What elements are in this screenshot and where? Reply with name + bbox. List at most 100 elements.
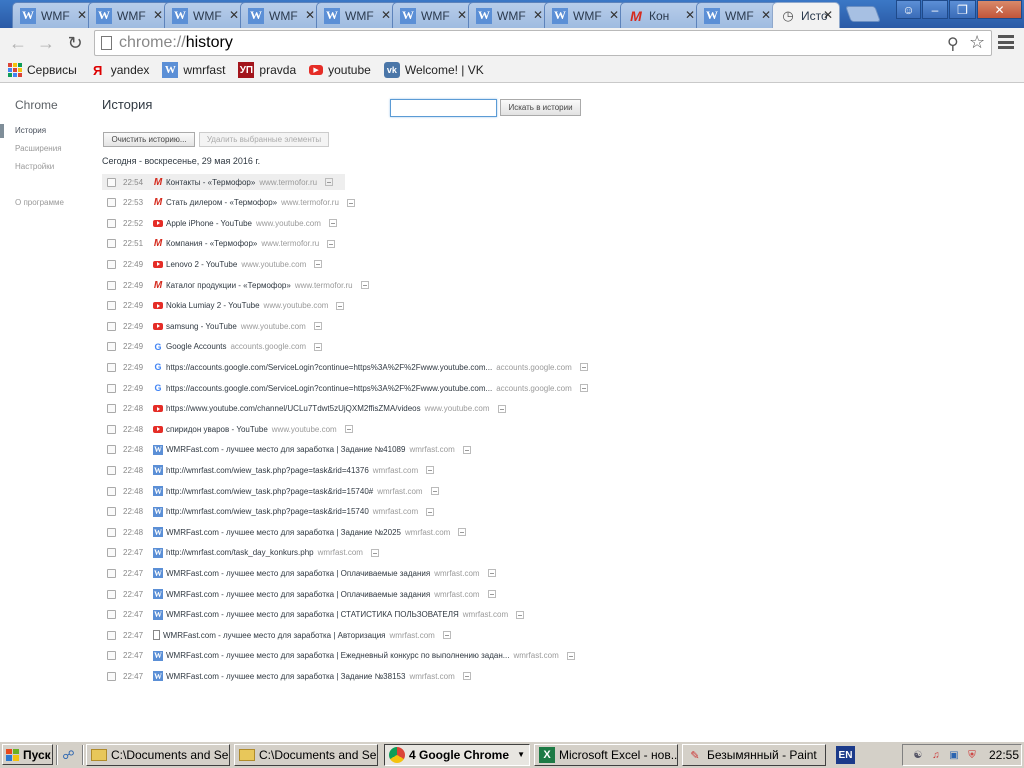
entry-menu-icon[interactable]	[344, 425, 353, 434]
sidebar-item-settings[interactable]: Настройки	[15, 162, 54, 171]
entry-menu-icon[interactable]	[327, 239, 336, 248]
entry-menu-icon[interactable]	[325, 178, 334, 186]
entry-title-link[interactable]: http://wmrfast.com/wiew_task.php?page=ta…	[166, 507, 369, 516]
close-tab-icon[interactable]: ✕	[761, 8, 771, 22]
entry-menu-icon[interactable]	[442, 631, 451, 640]
entry-menu-icon[interactable]	[426, 507, 435, 516]
entry-menu-icon[interactable]	[426, 466, 435, 475]
entry-title-link[interactable]: https://accounts.google.com/ServiceLogin…	[166, 363, 492, 372]
minimize-button[interactable]: –	[922, 0, 948, 19]
close-tab-icon[interactable]: ✕	[533, 8, 543, 22]
entry-title-link[interactable]: WMRFast.com - лучшее место для заработка…	[166, 528, 401, 537]
close-tab-icon[interactable]: ✕	[457, 8, 467, 22]
bookmark-3[interactable]: УП pravda	[238, 62, 296, 78]
tab-2[interactable]: W WMF ✕	[164, 2, 246, 28]
entry-title-link[interactable]: WMRFast.com - лучшее место для заработка…	[166, 445, 405, 454]
bookmark-0[interactable]: Сервисы	[8, 63, 77, 77]
chrome-menu-icon[interactable]	[998, 34, 1014, 50]
taskbar-button-3[interactable]: X Microsoft Excel - нов...	[534, 744, 678, 766]
history-search-input[interactable]	[390, 99, 497, 117]
entry-checkbox[interactable]	[107, 671, 116, 681]
close-tab-icon[interactable]: ✕	[77, 8, 87, 22]
entry-checkbox[interactable]	[107, 280, 116, 290]
sidebar-item-about[interactable]: О программе	[15, 198, 64, 207]
tray-volume-icon[interactable]: ♫	[929, 748, 943, 762]
tab-3[interactable]: W WMF ✕	[240, 2, 322, 28]
entry-title-link[interactable]: WMRFast.com - лучшее место для заработка…	[166, 672, 405, 681]
entry-checkbox[interactable]	[107, 486, 116, 496]
bookmark-5[interactable]: vk Welcome! | VK	[383, 62, 484, 78]
entry-title-link[interactable]: Lenovo 2 - YouTube	[166, 260, 237, 269]
taskbar-button-1[interactable]: C:\Documents and Se...	[234, 744, 378, 766]
entry-title-link[interactable]: спиридон уваров - YouTube	[166, 425, 268, 434]
entry-checkbox[interactable]	[107, 568, 116, 578]
tray-app-icon[interactable]: ▣	[947, 748, 961, 762]
entry-checkbox[interactable]	[107, 301, 116, 311]
entry-checkbox[interactable]	[107, 383, 116, 393]
address-bar[interactable]: chrome://history ⚲ ☆	[94, 30, 992, 56]
close-tab-icon[interactable]: ✕	[153, 8, 163, 22]
entry-checkbox[interactable]	[107, 507, 116, 517]
entry-title-link[interactable]: WMRFast.com - лучшее место для заработка…	[166, 610, 459, 619]
restore-button[interactable]: ❐	[949, 0, 976, 19]
forward-button[interactable]: →	[34, 32, 58, 54]
entry-title-link[interactable]: WMRFast.com - лучшее место для заработка…	[166, 569, 430, 578]
profile-icon[interactable]: ☺	[896, 0, 921, 19]
entry-title-link[interactable]: http://wmrfast.com/wiew_task.php?page=ta…	[166, 487, 373, 496]
entry-title-link[interactable]: samsung - YouTube	[166, 322, 237, 331]
entry-menu-icon[interactable]	[314, 342, 323, 351]
entry-menu-icon[interactable]	[430, 487, 439, 495]
entry-menu-icon[interactable]	[579, 384, 588, 392]
entry-checkbox[interactable]	[107, 177, 116, 187]
entry-checkbox[interactable]	[107, 465, 116, 475]
entry-title-link[interactable]: Компания - «Термофор»	[166, 239, 257, 248]
entry-checkbox[interactable]	[107, 445, 116, 455]
taskbar-button-0[interactable]: C:\Documents and Se...	[86, 744, 230, 766]
close-window-button[interactable]: ✕	[977, 0, 1022, 19]
entry-title-link[interactable]: Nokia Lumiay 2 - YouTube	[166, 301, 260, 310]
entry-menu-icon[interactable]	[497, 404, 506, 413]
tab-5[interactable]: W WMF ✕	[392, 2, 474, 28]
tab-10[interactable]: ◷ Исто ✕	[772, 2, 840, 29]
entry-title-link[interactable]: Стать дилером - «Термофор»	[166, 198, 277, 207]
close-tab-icon[interactable]: ✕	[609, 8, 619, 22]
entry-menu-icon[interactable]	[314, 260, 323, 269]
taskbar-button-2[interactable]: 4 Google Chrome ▼	[384, 744, 530, 766]
entry-title-link[interactable]: WMRFast.com - лучшее место для заработка…	[166, 590, 430, 599]
entry-menu-icon[interactable]	[336, 301, 345, 310]
entry-menu-icon[interactable]	[370, 548, 379, 557]
close-tab-icon[interactable]: ✕	[305, 8, 315, 22]
start-button[interactable]: Пуск	[2, 744, 53, 765]
entry-menu-icon[interactable]	[458, 528, 467, 537]
tray-network-icon[interactable]: ☯	[911, 748, 925, 762]
entry-checkbox[interactable]	[107, 424, 116, 434]
bookmark-star-icon[interactable]: ☆	[969, 32, 985, 53]
clear-history-button[interactable]: Очистить историю...	[103, 132, 195, 147]
entry-title-link[interactable]: WMRFast.com - лучшее место для заработка…	[166, 651, 509, 660]
language-indicator[interactable]: EN	[836, 746, 855, 764]
close-tab-icon[interactable]: ✕	[381, 8, 391, 22]
entry-checkbox[interactable]	[107, 610, 116, 620]
entry-menu-icon[interactable]	[566, 651, 575, 660]
entry-title-link[interactable]: https://accounts.google.com/ServiceLogin…	[166, 384, 492, 393]
entry-checkbox[interactable]	[107, 362, 116, 372]
entry-checkbox[interactable]	[107, 198, 116, 208]
entry-title-link[interactable]: https://www.youtube.com/channel/UCLu7Tdw…	[166, 404, 421, 413]
entry-title-link[interactable]: http://wmrfast.com/task_day_konkurs.php	[166, 548, 314, 557]
entry-checkbox[interactable]	[107, 259, 116, 269]
close-tab-icon[interactable]: ✕	[685, 8, 695, 22]
entry-checkbox[interactable]	[107, 321, 116, 331]
entry-title-link[interactable]: Google Accounts	[166, 342, 226, 351]
entry-menu-icon[interactable]	[487, 569, 496, 578]
entry-checkbox[interactable]	[107, 342, 116, 352]
entry-menu-icon[interactable]	[516, 610, 525, 619]
tab-8[interactable]: M Кон ✕	[620, 2, 702, 28]
entry-menu-icon[interactable]	[462, 445, 471, 454]
new-tab-button[interactable]	[845, 6, 881, 22]
tray-antivirus-icon[interactable]: ⛨	[965, 748, 979, 762]
bookmark-1[interactable]: Яyandex	[90, 62, 149, 78]
entry-title-link[interactable]: http://wmrfast.com/wiew_task.php?page=ta…	[166, 466, 369, 475]
close-tab-icon[interactable]: ✕	[229, 8, 239, 22]
close-tab-icon[interactable]: ✕	[823, 8, 833, 22]
entry-menu-icon[interactable]	[579, 363, 588, 372]
